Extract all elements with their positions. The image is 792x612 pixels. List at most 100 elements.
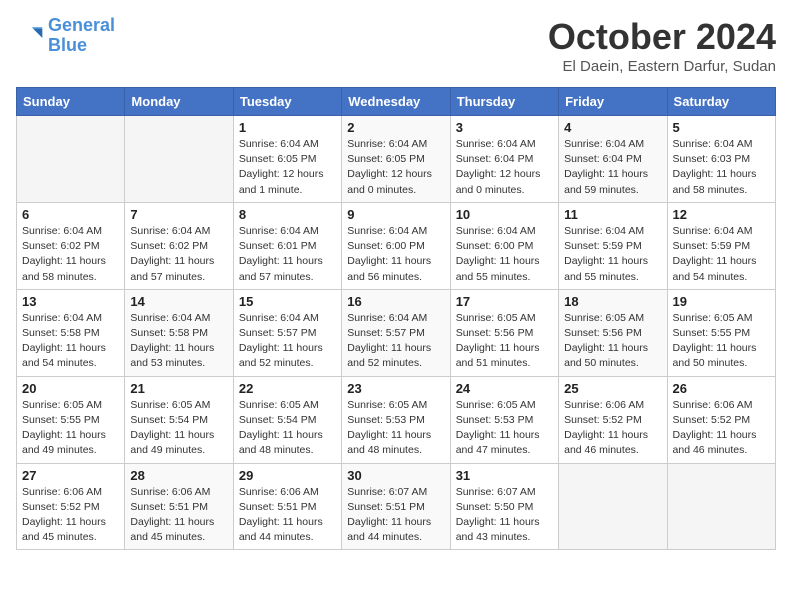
calendar-cell: 5 Sunrise: 6:04 AM Sunset: 6:03 PM Daylig… <box>667 116 775 203</box>
calendar-cell: 9 Sunrise: 6:04 AM Sunset: 6:00 PM Daylig… <box>342 202 450 289</box>
day-info: Sunrise: 6:05 AM Sunset: 5:53 PM Dayligh… <box>456 398 553 459</box>
day-number: 17 <box>456 294 553 309</box>
day-info: Sunrise: 6:04 AM Sunset: 5:57 PM Dayligh… <box>239 311 336 372</box>
calendar-cell: 4 Sunrise: 6:04 AM Sunset: 6:04 PM Daylig… <box>559 116 667 203</box>
weekday-header: Wednesday <box>342 88 450 116</box>
day-number: 13 <box>22 294 119 309</box>
calendar-body: 1 Sunrise: 6:04 AM Sunset: 6:05 PM Daylig… <box>17 116 776 550</box>
calendar-cell: 2 Sunrise: 6:04 AM Sunset: 6:05 PM Daylig… <box>342 116 450 203</box>
calendar-cell: 12Sunrise: 6:04 AM Sunset: 5:59 PM Dayli… <box>667 202 775 289</box>
day-info: Sunrise: 6:04 AM Sunset: 6:02 PM Dayligh… <box>22 224 119 285</box>
day-number: 30 <box>347 468 444 483</box>
day-info: Sunrise: 6:04 AM Sunset: 6:04 PM Dayligh… <box>456 137 553 198</box>
day-info: Sunrise: 6:05 AM Sunset: 5:53 PM Dayligh… <box>347 398 444 459</box>
day-info: Sunrise: 6:06 AM Sunset: 5:52 PM Dayligh… <box>673 398 770 459</box>
day-number: 9 <box>347 207 444 222</box>
calendar-cell: 15Sunrise: 6:04 AM Sunset: 5:57 PM Dayli… <box>233 289 341 376</box>
day-info: Sunrise: 6:05 AM Sunset: 5:55 PM Dayligh… <box>673 311 770 372</box>
day-info: Sunrise: 6:05 AM Sunset: 5:56 PM Dayligh… <box>456 311 553 372</box>
calendar-cell <box>17 116 125 203</box>
day-info: Sunrise: 6:05 AM Sunset: 5:55 PM Dayligh… <box>22 398 119 459</box>
day-number: 18 <box>564 294 661 309</box>
calendar-cell: 14 Sunrise: 6:04 AM Sunset: 5:58 PM Dayli… <box>125 289 233 376</box>
location: El Daein, Eastern Darfur, Sudan <box>548 58 776 75</box>
day-number: 6 <box>22 207 119 222</box>
calendar-cell: 20 Sunrise: 6:05 AM Sunset: 5:55 PM Dayli… <box>17 376 125 463</box>
day-info: Sunrise: 6:04 AM Sunset: 6:05 PM Dayligh… <box>239 137 336 198</box>
calendar-cell: 24 Sunrise: 6:05 AM Sunset: 5:53 PM Dayli… <box>450 376 558 463</box>
calendar-cell: 6 Sunrise: 6:04 AM Sunset: 6:02 PM Daylig… <box>17 202 125 289</box>
day-info: Sunrise: 6:04 AM Sunset: 6:01 PM Dayligh… <box>239 224 336 285</box>
day-number: 2 <box>347 120 444 135</box>
calendar-cell <box>125 116 233 203</box>
weekday-header: Thursday <box>450 88 558 116</box>
logo: General Blue <box>16 16 115 56</box>
calendar-cell: 16Sunrise: 6:04 AM Sunset: 5:57 PM Dayli… <box>342 289 450 376</box>
calendar-week-row: 13 Sunrise: 6:04 AM Sunset: 5:58 PM Dayli… <box>17 289 776 376</box>
day-number: 7 <box>130 207 227 222</box>
calendar-cell: 18 Sunrise: 6:05 AM Sunset: 5:56 PM Dayli… <box>559 289 667 376</box>
day-info: Sunrise: 6:04 AM Sunset: 5:59 PM Dayligh… <box>564 224 661 285</box>
day-info: Sunrise: 6:06 AM Sunset: 5:52 PM Dayligh… <box>564 398 661 459</box>
day-info: Sunrise: 6:07 AM Sunset: 5:51 PM Dayligh… <box>347 485 444 546</box>
day-info: Sunrise: 6:04 AM Sunset: 6:03 PM Dayligh… <box>673 137 770 198</box>
day-number: 24 <box>456 381 553 396</box>
day-info: Sunrise: 6:04 AM Sunset: 5:58 PM Dayligh… <box>130 311 227 372</box>
calendar-week-row: 1 Sunrise: 6:04 AM Sunset: 6:05 PM Daylig… <box>17 116 776 203</box>
weekday-header: Friday <box>559 88 667 116</box>
calendar-cell: 13 Sunrise: 6:04 AM Sunset: 5:58 PM Dayli… <box>17 289 125 376</box>
calendar-week-row: 27 Sunrise: 6:06 AM Sunset: 5:52 PM Dayli… <box>17 463 776 550</box>
day-number: 5 <box>673 120 770 135</box>
title-area: October 2024 El Daein, Eastern Darfur, S… <box>548 16 776 75</box>
day-info: Sunrise: 6:06 AM Sunset: 5:52 PM Dayligh… <box>22 485 119 546</box>
calendar-week-row: 20 Sunrise: 6:05 AM Sunset: 5:55 PM Dayli… <box>17 376 776 463</box>
day-number: 31 <box>456 468 553 483</box>
day-number: 23 <box>347 381 444 396</box>
day-number: 26 <box>673 381 770 396</box>
weekday-header: Tuesday <box>233 88 341 116</box>
calendar-cell <box>667 463 775 550</box>
day-info: Sunrise: 6:04 AM Sunset: 5:57 PM Dayligh… <box>347 311 444 372</box>
day-info: Sunrise: 6:04 AM Sunset: 6:04 PM Dayligh… <box>564 137 661 198</box>
day-number: 10 <box>456 207 553 222</box>
month-title: October 2024 <box>548 16 776 58</box>
weekday-header: Sunday <box>17 88 125 116</box>
day-number: 14 <box>130 294 227 309</box>
calendar-week-row: 6 Sunrise: 6:04 AM Sunset: 6:02 PM Daylig… <box>17 202 776 289</box>
calendar-cell: 17 Sunrise: 6:05 AM Sunset: 5:56 PM Dayli… <box>450 289 558 376</box>
calendar-cell: 23 Sunrise: 6:05 AM Sunset: 5:53 PM Dayli… <box>342 376 450 463</box>
day-number: 19 <box>673 294 770 309</box>
day-number: 11 <box>564 207 661 222</box>
calendar-cell: 19 Sunrise: 6:05 AM Sunset: 5:55 PM Dayli… <box>667 289 775 376</box>
calendar-cell: 1 Sunrise: 6:04 AM Sunset: 6:05 PM Daylig… <box>233 116 341 203</box>
calendar-cell: 22Sunrise: 6:05 AM Sunset: 5:54 PM Dayli… <box>233 376 341 463</box>
day-info: Sunrise: 6:06 AM Sunset: 5:51 PM Dayligh… <box>239 485 336 546</box>
calendar-cell: 21 Sunrise: 6:05 AM Sunset: 5:54 PM Dayli… <box>125 376 233 463</box>
calendar-cell: 25 Sunrise: 6:06 AM Sunset: 5:52 PM Dayli… <box>559 376 667 463</box>
day-number: 1 <box>239 120 336 135</box>
logo-text: General Blue <box>48 16 115 56</box>
calendar-table: SundayMondayTuesdayWednesdayThursdayFrid… <box>16 87 776 550</box>
day-info: Sunrise: 6:05 AM Sunset: 5:54 PM Dayligh… <box>239 398 336 459</box>
day-info: Sunrise: 6:04 AM Sunset: 5:59 PM Dayligh… <box>673 224 770 285</box>
day-info: Sunrise: 6:04 AM Sunset: 6:00 PM Dayligh… <box>347 224 444 285</box>
day-number: 4 <box>564 120 661 135</box>
calendar-cell: 11 Sunrise: 6:04 AM Sunset: 5:59 PM Dayli… <box>559 202 667 289</box>
calendar-cell: 8Sunrise: 6:04 AM Sunset: 6:01 PM Daylig… <box>233 202 341 289</box>
day-number: 3 <box>456 120 553 135</box>
day-info: Sunrise: 6:04 AM Sunset: 6:00 PM Dayligh… <box>456 224 553 285</box>
day-info: Sunrise: 6:04 AM Sunset: 5:58 PM Dayligh… <box>22 311 119 372</box>
calendar-cell: 10 Sunrise: 6:04 AM Sunset: 6:00 PM Dayli… <box>450 202 558 289</box>
day-info: Sunrise: 6:04 AM Sunset: 6:05 PM Dayligh… <box>347 137 444 198</box>
calendar-cell: 3 Sunrise: 6:04 AM Sunset: 6:04 PM Daylig… <box>450 116 558 203</box>
day-number: 21 <box>130 381 227 396</box>
page-header: General Blue October 2024 El Daein, East… <box>16 16 776 75</box>
day-number: 25 <box>564 381 661 396</box>
day-number: 20 <box>22 381 119 396</box>
day-number: 27 <box>22 468 119 483</box>
day-info: Sunrise: 6:07 AM Sunset: 5:50 PM Dayligh… <box>456 485 553 546</box>
calendar-header-row: SundayMondayTuesdayWednesdayThursdayFrid… <box>17 88 776 116</box>
day-info: Sunrise: 6:05 AM Sunset: 5:56 PM Dayligh… <box>564 311 661 372</box>
weekday-header: Saturday <box>667 88 775 116</box>
day-info: Sunrise: 6:05 AM Sunset: 5:54 PM Dayligh… <box>130 398 227 459</box>
